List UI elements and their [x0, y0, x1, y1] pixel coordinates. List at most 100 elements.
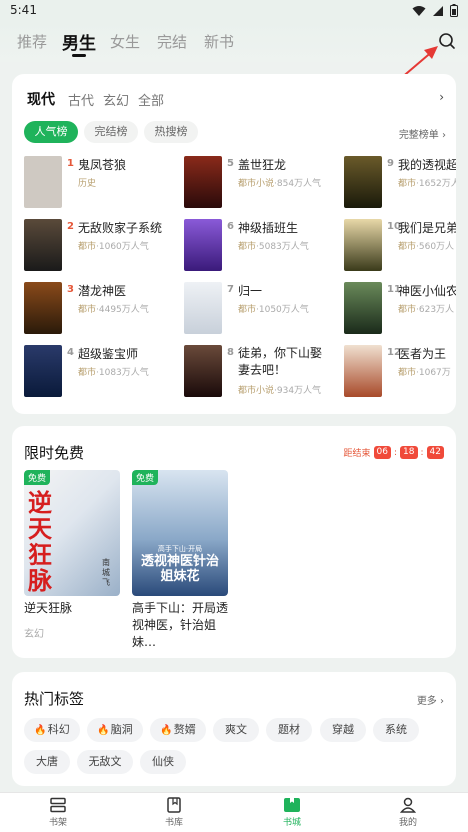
cover-author: 南城飞 [102, 558, 110, 587]
section-title: 限时免费 [24, 444, 85, 462]
category-tab-ancient[interactable]: 古代 [68, 90, 94, 109]
free-badge: 免费 [24, 470, 51, 485]
countdown-seconds: 42 [426, 446, 444, 459]
book-icon [167, 797, 181, 813]
free-section-card: 限时免费 距结束 06 : 18 : 42 免费 逆天狂脉 南城飞 逆天狂脉 玄… [12, 426, 456, 658]
rank-item[interactable]: 1 鬼凤苍狼 历史 [24, 156, 184, 210]
nav-library[interactable]: 书库 [144, 797, 204, 828]
rank-item[interactable]: 12 医者为王 都市·1067万 [344, 345, 456, 399]
cover-title: 透视神医针治姐妹花 [140, 554, 219, 584]
tag-chip[interactable]: 穿越 [320, 718, 366, 742]
book-title: 医者为王 [398, 347, 447, 361]
cover-title: 逆天狂脉 [28, 488, 52, 595]
book-meta: 都市·623万人 [398, 305, 455, 315]
bookshelf-icon [50, 797, 66, 813]
book-cover [184, 282, 222, 334]
hot-tags-card: 热门标签 更多 › 🔥科幻 🔥脑洞 🔥赘婿 爽文 题材 穿越 系统 大唐 无敌文… [12, 672, 456, 786]
book-cover: 免费 高手下山·开局 透视神医针治姐妹花 [132, 470, 228, 596]
book-title: 我们是兄弟 [398, 221, 456, 235]
more-link[interactable]: 更多 › [417, 692, 444, 707]
fire-icon: 🔥 [160, 725, 173, 736]
category-tab-all[interactable]: 全部 [138, 90, 164, 109]
book-title: 超级鉴宝师 [78, 347, 139, 361]
book-cover [344, 345, 382, 397]
rank-item[interactable]: 6 神级插班生 都市·5083万人气 [184, 219, 344, 273]
book-title: 鬼凤苍狼 [78, 158, 127, 172]
book-title: 我的透视超 [398, 158, 456, 172]
bottom-nav-bar: 书架 书库 书城 我的 [0, 792, 468, 832]
book-cover [184, 345, 222, 397]
book-cover [344, 219, 382, 271]
nav-bookstore[interactable]: 书城 [262, 797, 322, 828]
cover-subtitle: 高手下山·开局 [157, 545, 203, 553]
tag-chip[interactable]: 爽文 [213, 718, 259, 742]
tab-male[interactable]: 男生 [62, 29, 96, 54]
rank-item[interactable]: 7 归一 都市·1050万人气 [184, 282, 344, 336]
fire-icon: 🔥 [34, 725, 47, 736]
category-tab-modern[interactable]: 现代 [27, 89, 55, 109]
tab-finished[interactable]: 完结 [157, 31, 187, 52]
pill-popular[interactable]: 人气榜 [24, 121, 78, 143]
bookstore-icon [284, 798, 300, 812]
book-meta: 历史 [78, 179, 97, 189]
book-title: 归一 [238, 284, 263, 298]
nav-label: 书城 [282, 818, 301, 828]
tag-chip[interactable]: 仙侠 [140, 750, 186, 774]
rank-item[interactable]: 2 无敌败家子系统 都市·1060万人气 [24, 219, 184, 273]
free-book[interactable]: 免费 逆天狂脉 南城飞 逆天狂脉 玄幻 [24, 470, 120, 640]
tag-chip[interactable]: 无敌文 [77, 750, 133, 774]
book-meta: 都市小说·934万人气 [238, 386, 322, 396]
nav-label: 我的 [398, 818, 417, 828]
book-meta: 都市·1083万人气 [78, 368, 149, 378]
tag-chip[interactable]: 系统 [373, 718, 419, 742]
active-tab-indicator [72, 54, 86, 57]
rank-item[interactable]: 4 超级鉴宝师 都市·1083万人气 [24, 345, 184, 399]
rank-item[interactable]: 3 潜龙神医 都市·4495万人气 [24, 282, 184, 336]
tab-new[interactable]: 新书 [204, 31, 234, 52]
book-title: 神级插班生 [238, 221, 299, 235]
book-meta: 都市·4495万人气 [78, 305, 149, 315]
book-title: 盖世狂龙 [238, 158, 287, 172]
rank-number: 6 [227, 221, 234, 232]
tag-chip[interactable]: 🔥科幻 [24, 718, 80, 742]
pill-finished[interactable]: 完结榜 [84, 121, 138, 143]
pill-hot-search[interactable]: 热搜榜 [144, 121, 198, 143]
book-title: 徒弟，你下山娶妻去吧！ [238, 346, 323, 377]
nav-label: 书库 [164, 818, 183, 828]
rank-item[interactable]: 11 神医小仙农 都市·623万人 [344, 282, 456, 336]
nav-profile[interactable]: 我的 [378, 797, 438, 828]
full-rank-link[interactable]: 完整榜单 › [399, 126, 446, 141]
tab-female[interactable]: 女生 [110, 31, 140, 52]
category-tab-fantasy[interactable]: 玄幻 [103, 90, 129, 109]
book-cover: 免费 逆天狂脉 南城飞 [24, 470, 120, 596]
book-cover [24, 156, 62, 208]
user-icon [400, 797, 416, 813]
book-meta: 都市小说·854万人气 [238, 179, 322, 189]
tag-chip[interactable]: 🔥赘婿 [150, 718, 206, 742]
nav-bookshelf[interactable]: 书架 [28, 797, 88, 828]
rank-item[interactable]: 9 我的透视超 都市·1652万人 [344, 156, 456, 210]
section-title: 热门标签 [24, 690, 85, 708]
rank-number: 8 [227, 347, 234, 358]
free-badge: 免费 [132, 470, 159, 485]
countdown-hours: 06 [373, 446, 391, 459]
rank-item[interactable]: 10 我们是兄弟 都市·560万人 [344, 219, 456, 273]
signal-icon [433, 5, 443, 16]
countdown-minutes: 18 [400, 446, 418, 459]
rank-number: 1 [67, 158, 74, 169]
rank-item[interactable]: 5 盖世狂龙 都市小说·854万人气 [184, 156, 344, 210]
tag-chip[interactable]: 大唐 [24, 750, 70, 774]
tag-chip[interactable]: 🔥脑洞 [87, 718, 143, 742]
status-bar: 5:41 [0, 0, 468, 22]
tag-chip[interactable]: 题材 [266, 718, 312, 742]
book-name: 高手下山：开局透视神医，针治姐妹… [132, 601, 229, 649]
tab-recommend[interactable]: 推荐 [17, 31, 47, 52]
wifi-icon [412, 5, 426, 16]
chevron-right-icon[interactable]: › [439, 90, 444, 104]
book-cover [344, 282, 382, 334]
countdown-timer: 距结束 06 : 18 : 42 [344, 446, 444, 459]
free-book[interactable]: 免费 高手下山·开局 透视神医针治姐妹花 高手下山：开局透视神医，针治姐妹… [132, 470, 228, 651]
fire-icon: 🔥 [97, 725, 110, 736]
rank-item[interactable]: 8 徒弟，你下山娶妻去吧！ 都市小说·934万人气 [184, 345, 344, 399]
battery-icon [450, 4, 458, 17]
